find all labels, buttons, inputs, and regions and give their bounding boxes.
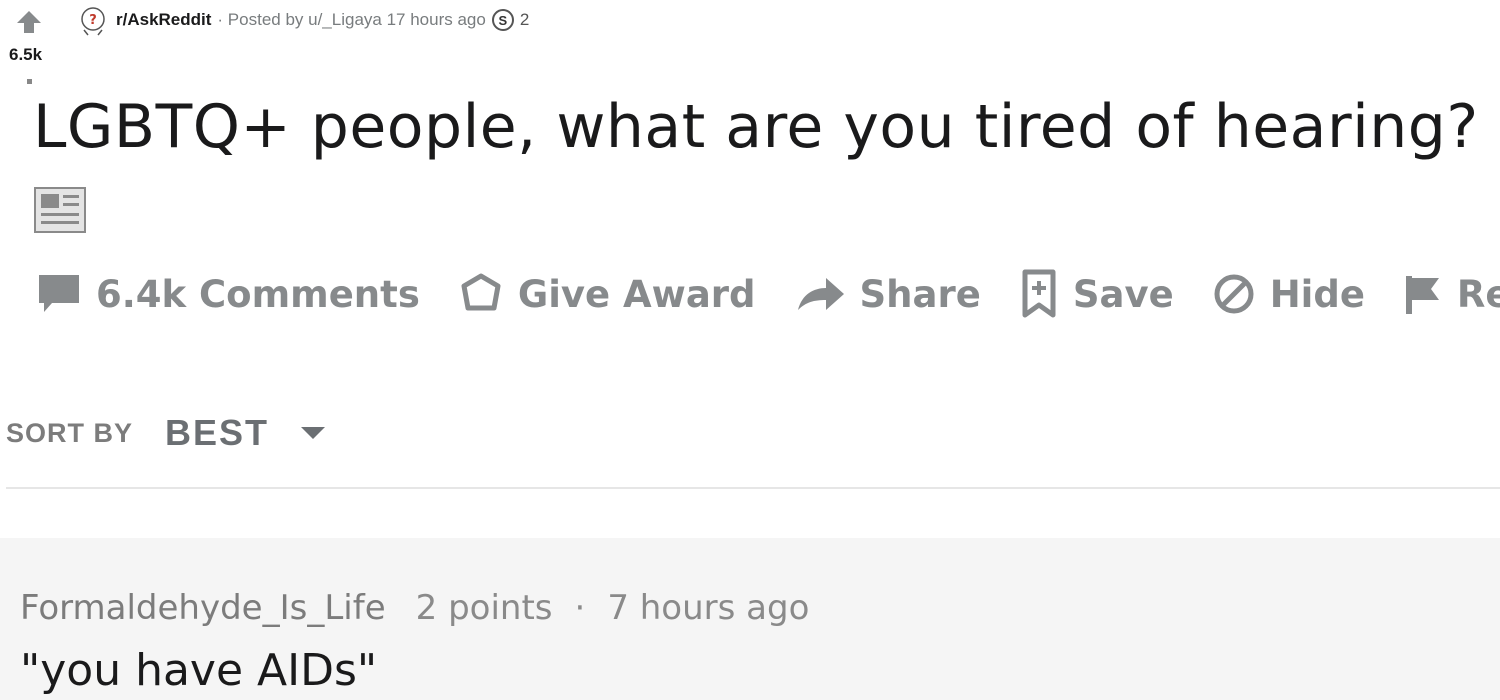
divider bbox=[6, 487, 1500, 489]
save-label: Save bbox=[1072, 272, 1174, 316]
comment-meta: Formaldehyde_Is_Life 2 points · 7 hours … bbox=[20, 588, 809, 628]
hide-label: Hide bbox=[1269, 272, 1365, 316]
post-title[interactable]: LGBTQ+ people, what are you tired of hea… bbox=[33, 92, 1479, 162]
sort-dropdown-value[interactable]: BEST bbox=[165, 412, 269, 454]
give-award-label: Give Award bbox=[517, 272, 756, 316]
chevron-down-icon[interactable] bbox=[299, 425, 327, 441]
comments-button[interactable]: 6.4k Comments bbox=[36, 272, 420, 316]
comment-author[interactable]: Formaldehyde_Is_Life bbox=[20, 588, 386, 628]
sort-label: SORT BY bbox=[6, 417, 134, 448]
hide-button[interactable]: Hide bbox=[1212, 272, 1365, 316]
flag-icon bbox=[1405, 276, 1439, 314]
comment-meta-separator: · bbox=[574, 588, 586, 628]
svg-text:?: ? bbox=[89, 13, 97, 28]
upvote-arrow-icon[interactable] bbox=[16, 10, 42, 34]
give-award-button[interactable]: Give Award bbox=[458, 272, 756, 316]
hide-icon bbox=[1214, 274, 1254, 314]
save-button[interactable]: Save bbox=[1019, 269, 1174, 319]
award-icon: S bbox=[491, 9, 514, 31]
vote-score: 6.5k bbox=[9, 45, 43, 64]
share-arrow-icon bbox=[797, 278, 844, 310]
comment-sort[interactable]: SORT BY BEST bbox=[6, 412, 327, 454]
award-count: 2 bbox=[519, 10, 530, 29]
comment-body: "you have AIDs" bbox=[20, 645, 378, 696]
text-post-icon bbox=[34, 187, 86, 233]
share-button[interactable]: Share bbox=[794, 272, 981, 316]
post-meta: r/AskReddit · Posted by u/_Ligaya 17 hou… bbox=[116, 9, 529, 31]
comment-bubble-icon bbox=[39, 275, 79, 312]
posted-by-text[interactable]: · Posted by u/_Ligaya 17 hours ago bbox=[217, 10, 485, 30]
comment-timestamp[interactable]: 7 hours ago bbox=[607, 588, 809, 628]
downvote-arrow-icon[interactable] bbox=[27, 79, 32, 84]
subreddit-icon[interactable]: ? bbox=[78, 6, 108, 36]
comments-label: 6.4k Comments bbox=[96, 272, 420, 316]
bookmark-icon bbox=[1022, 269, 1056, 318]
comment-points: 2 points bbox=[415, 588, 553, 628]
post-action-bar: 6.4k Comments Give Award Share Save Hide… bbox=[36, 268, 1500, 320]
award-icon bbox=[461, 273, 501, 311]
share-label: Share bbox=[859, 272, 981, 316]
subreddit-link[interactable]: r/AskReddit bbox=[116, 10, 211, 30]
report-button[interactable]: Re bbox=[1403, 272, 1500, 316]
report-label: Re bbox=[1456, 272, 1500, 316]
